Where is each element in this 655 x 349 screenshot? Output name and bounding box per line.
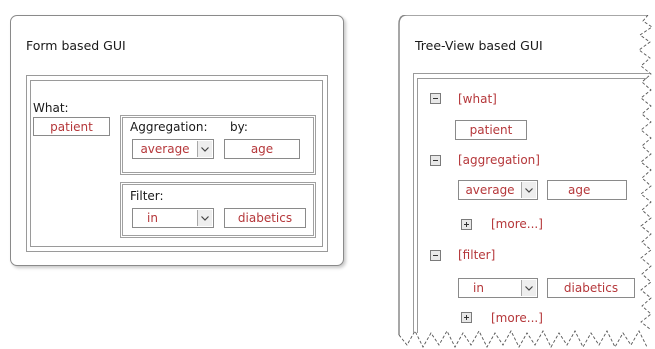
collapse-aggregation-icon[interactable] xyxy=(430,155,441,166)
filter-target-field[interactable]: diabetics xyxy=(224,208,306,228)
tree-node-filter[interactable]: [filter] xyxy=(458,248,495,262)
tree-more-link[interactable]: [more...] xyxy=(491,217,543,231)
filter-select[interactable]: in xyxy=(132,208,214,228)
chevron-down-icon[interactable] xyxy=(197,210,212,226)
collapse-filter-icon[interactable] xyxy=(430,250,441,261)
tree-filter-select[interactable]: in xyxy=(458,278,538,298)
filter-select-value: in xyxy=(147,211,158,225)
aggregation-label: Aggregation: xyxy=(130,120,208,134)
chevron-down-icon[interactable] xyxy=(197,141,212,157)
expand-more-icon[interactable] xyxy=(461,219,472,230)
tree-gui-title: Tree-View based GUI xyxy=(415,38,543,53)
tree-aggregation-select[interactable]: average xyxy=(458,180,538,200)
aggregation-select[interactable]: average xyxy=(132,139,214,159)
what-label: What: xyxy=(33,101,69,115)
tree-what-value-field[interactable]: patient xyxy=(455,120,527,140)
form-gui-title: Form based GUI xyxy=(26,38,126,53)
filter-label: Filter: xyxy=(130,189,164,203)
tree-filter-target-field[interactable]: diabetics xyxy=(547,278,635,298)
chevron-down-icon[interactable] xyxy=(521,280,536,296)
expand-more-icon[interactable] xyxy=(461,312,472,323)
tree-node-aggregation[interactable]: [aggregation] xyxy=(458,153,540,167)
tree-aggregation-by-field[interactable]: age xyxy=(547,180,627,200)
by-value-field[interactable]: age xyxy=(224,139,300,159)
by-label: by: xyxy=(230,120,248,134)
collapse-what-icon[interactable] xyxy=(430,93,441,104)
tree-aggregation-select-value: average xyxy=(465,183,515,197)
tree-node-what[interactable]: [what] xyxy=(458,92,497,106)
tree-filter-select-value: in xyxy=(473,281,484,295)
what-value-field[interactable]: patient xyxy=(33,117,110,136)
chevron-down-icon[interactable] xyxy=(521,182,536,198)
tree-more-link[interactable]: [more...] xyxy=(491,311,543,325)
aggregation-select-value: average xyxy=(140,142,190,156)
